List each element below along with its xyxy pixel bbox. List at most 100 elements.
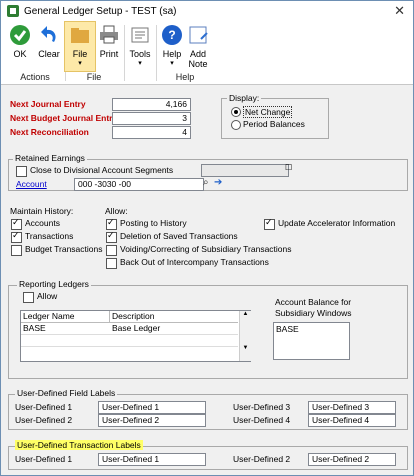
maintain-transactions-checkbox[interactable]: [11, 230, 22, 243]
search-icon[interactable]: ⌕: [203, 177, 209, 188]
scrollbar[interactable]: ▲ ▼: [239, 311, 251, 361]
period-balances-label[interactable]: Period Balances: [243, 119, 305, 129]
svg-text:?: ?: [168, 28, 175, 42]
group-help-label: Help: [175, 72, 195, 82]
udf-field-2[interactable]: User-Defined 2: [98, 414, 206, 427]
ribbon: OK Clear Actions File ▾ Print File Tools…: [1, 21, 413, 85]
account-field[interactable]: 000 -3030 -00: [74, 178, 204, 191]
account-balance-item[interactable]: BASE: [274, 324, 299, 335]
undo-icon: [38, 24, 60, 46]
udf-label-4: User-Defined 4: [233, 415, 291, 425]
next-budget-field[interactable]: 3: [112, 112, 191, 125]
description-cell: Base Ledger: [112, 323, 161, 333]
udf-title: User-Defined Field Labels: [15, 388, 118, 398]
content-area: Next Journal Entry 4,166 Next Budget Jou…: [1, 85, 413, 475]
period-balances-radio[interactable]: [231, 120, 241, 130]
display-label: Display:: [227, 93, 262, 103]
udt-title: User-Defined Transaction Labels: [15, 440, 143, 450]
help-button[interactable]: ? Help ▾: [159, 24, 185, 67]
add-note-label: Add Note: [188, 49, 208, 69]
file-button[interactable]: File ▾: [66, 24, 94, 67]
udt-label-1: User-Defined 1: [15, 454, 73, 464]
udt-field-2[interactable]: User-Defined 2: [308, 453, 396, 466]
clear-button[interactable]: Clear: [35, 24, 63, 59]
ribbon-separator: [124, 25, 125, 81]
printer-icon: [98, 24, 120, 46]
divisional-segments-field: [201, 164, 289, 177]
allow-title: Allow:: [105, 206, 128, 216]
reporting-ledgers-title: Reporting Ledgers: [17, 279, 91, 289]
lookup-icon[interactable]: ☐: [285, 163, 292, 172]
account-balance-list[interactable]: BASE: [273, 322, 350, 360]
folder-icon: [69, 24, 91, 46]
voiding-correcting-label: Voiding/Correcting of Subsidiary Transac…: [120, 244, 292, 254]
maintain-accounts-label: Accounts: [25, 218, 60, 228]
account-balance-label: Account Balance for Subsidiary Windows: [275, 297, 352, 318]
backout-intercompany-label: Back Out of Intercompany Transactions: [120, 257, 269, 267]
close-to-divisional-label: Close to Divisional Account Segments: [30, 165, 174, 175]
udf-field-3[interactable]: User-Defined 3: [308, 401, 396, 414]
table-row[interactable]: [21, 347, 238, 358]
add-note-button[interactable]: Add Note: [185, 24, 211, 69]
close-to-divisional-checkbox[interactable]: [16, 166, 27, 177]
maintain-transactions-label: Transactions: [25, 231, 74, 241]
maintain-accounts-checkbox[interactable]: [11, 217, 22, 230]
help-label: Help: [162, 49, 182, 59]
deletion-saved-checkbox[interactable]: [106, 230, 117, 243]
tools-icon: [129, 24, 151, 46]
table-row[interactable]: BASE Base Ledger: [21, 323, 238, 335]
scroll-up-icon[interactable]: ▲: [240, 311, 251, 317]
udf-field-4[interactable]: User-Defined 4: [308, 414, 396, 427]
next-journal-label: Next Journal Entry: [10, 99, 86, 109]
title-bar: General Ledger Setup - TEST (sa) ✕: [1, 1, 413, 21]
next-recon-field[interactable]: 4: [112, 126, 191, 139]
reporting-allow-label: Allow: [37, 291, 58, 301]
retained-title: Retained Earnings: [13, 153, 87, 163]
close-icon[interactable]: ✕: [394, 3, 405, 19]
deletion-saved-label: Deletion of Saved Transactions: [120, 231, 238, 241]
backout-intercompany-checkbox[interactable]: [106, 258, 117, 269]
group-file-label: File: [86, 72, 102, 82]
udf-field-1[interactable]: User-Defined 1: [98, 401, 206, 414]
net-change-radio[interactable]: [231, 107, 241, 117]
help-icon: ?: [161, 24, 183, 46]
tools-button[interactable]: Tools ▾: [127, 24, 153, 67]
arrow-right-icon[interactable]: ➔: [214, 177, 222, 188]
udf-label-2: User-Defined 2: [15, 415, 73, 425]
maintain-budget-checkbox[interactable]: [11, 245, 22, 256]
window-title: General Ledger Setup - TEST (sa): [24, 5, 177, 17]
tools-label: Tools: [129, 49, 151, 59]
udt-field-1[interactable]: User-Defined 1: [98, 453, 206, 466]
maintain-budget-label: Budget Transactions: [25, 244, 103, 254]
udt-label-2: User-Defined 2: [233, 454, 291, 464]
dropdown-arrow-icon: ▾: [138, 60, 142, 67]
window: General Ledger Setup - TEST (sa) ✕ OK Cl…: [0, 0, 414, 476]
posting-history-label: Posting to History: [120, 218, 187, 228]
udf-label-1: User-Defined 1: [15, 402, 73, 412]
scroll-down-icon[interactable]: ▼: [240, 345, 251, 351]
net-change-label[interactable]: Net Change: [243, 106, 293, 118]
note-icon: [187, 24, 209, 46]
table-row[interactable]: [21, 335, 238, 347]
ledger-name-cell: BASE: [23, 323, 46, 333]
maintain-history-title: Maintain History:: [10, 206, 74, 216]
next-journal-field[interactable]: 4,166: [112, 98, 191, 111]
update-accelerator-label: Update Accelerator Information: [278, 218, 396, 228]
account-link[interactable]: Account: [16, 179, 47, 189]
voiding-correcting-checkbox[interactable]: [106, 245, 117, 256]
posting-history-checkbox[interactable]: [106, 217, 117, 230]
udf-label-3: User-Defined 3: [233, 402, 291, 412]
col-header-description-text: Description: [112, 311, 155, 321]
dropdown-arrow-icon: ▾: [170, 60, 174, 67]
next-budget-label: Next Budget Journal Entry: [10, 113, 118, 123]
print-button[interactable]: Print: [96, 24, 122, 59]
col-header-ledger-name[interactable]: Ledger Name: [21, 311, 110, 323]
ledger-table[interactable]: Ledger Name Description BASE Base Ledger…: [20, 310, 251, 362]
ok-button[interactable]: OK: [7, 24, 33, 59]
file-label: File: [72, 49, 88, 59]
reporting-allow-checkbox[interactable]: [23, 292, 34, 303]
app-icon: [7, 5, 19, 17]
col-header-description[interactable]: Description: [110, 311, 238, 323]
update-accelerator-checkbox[interactable]: [264, 217, 275, 230]
clear-label: Clear: [38, 49, 60, 59]
